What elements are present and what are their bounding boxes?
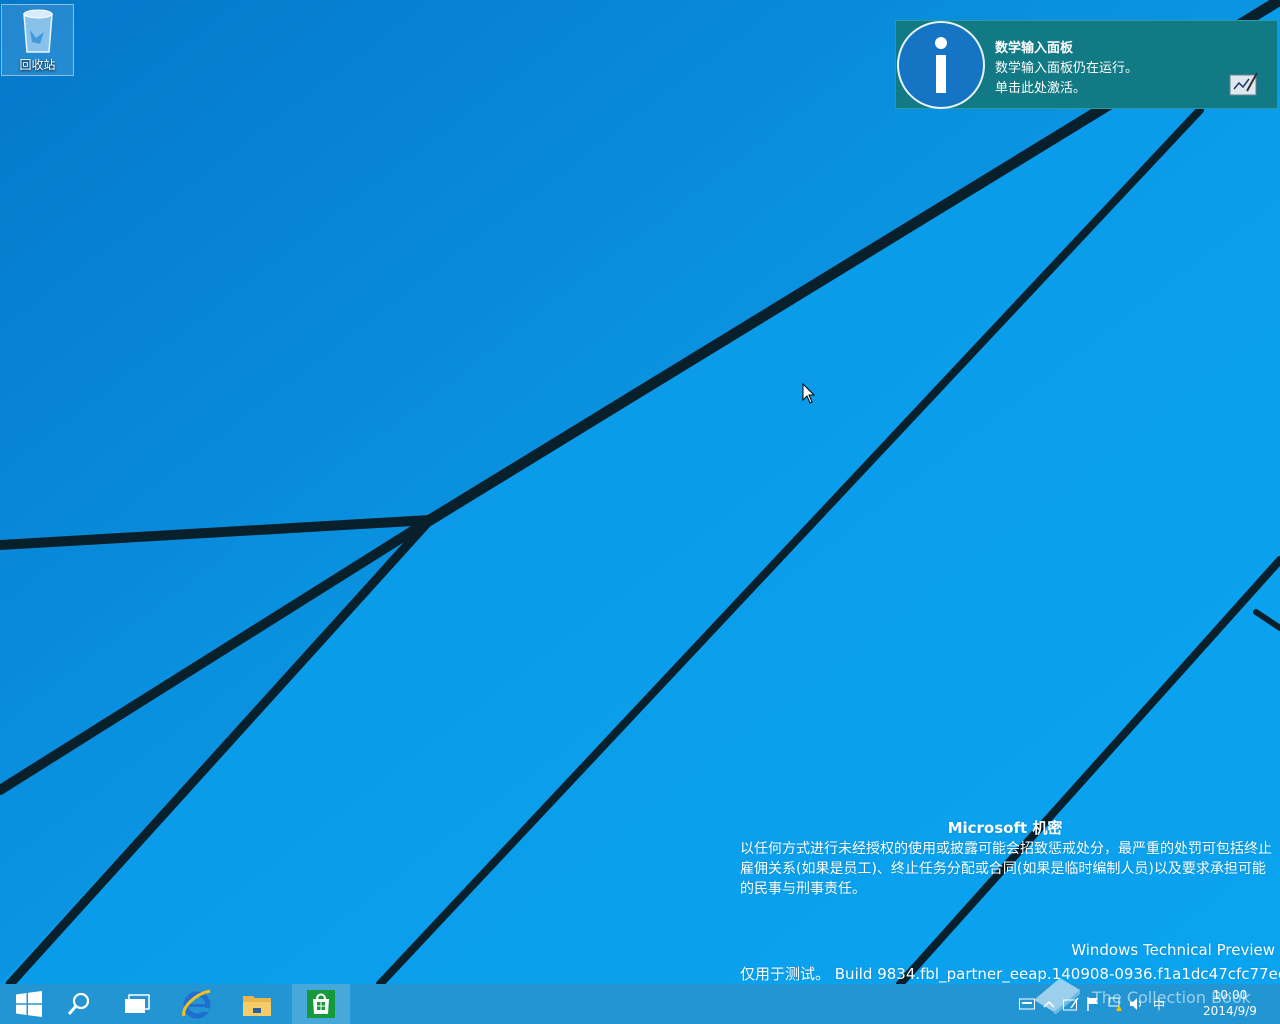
task-view-icon: [125, 994, 150, 1013]
task-view-button[interactable]: [108, 984, 166, 1024]
toast-message: 数学输入面板仍在运行。: [995, 61, 1139, 76]
confidential-text: 以任何方式进行未经授权的使用或披露可能会招致惩戒处分，最严重的处罚可包括终止雇佣…: [740, 841, 1272, 897]
product-name: Windows Technical Preview: [1071, 941, 1275, 959]
windows-logo-icon: [16, 991, 42, 1017]
taskbar: 中 10:00 2014/9/9: [0, 984, 1280, 1024]
file-explorer-button[interactable]: [228, 984, 286, 1024]
file-explorer-icon: [243, 996, 271, 1016]
toast-action-text: 单击此处激活。: [995, 81, 1087, 96]
search-button[interactable]: [50, 984, 108, 1024]
notification-toast[interactable]: 数学输入面板 数学输入面板仍在运行。 单击此处激活。: [895, 20, 1278, 109]
desktop[interactable]: 回收站 数学输入面板 数学输入面板仍在运行。 单击此处激活。 Microsoft…: [0, 0, 1280, 984]
build-string: 仅用于测试。 Build 9834.fbl_partner_eeap.14090…: [740, 965, 1280, 983]
book-icon: [1034, 978, 1080, 1014]
internet-explorer-icon: [182, 989, 211, 1019]
toast-title: 数学输入面板: [995, 41, 1074, 56]
search-icon: [67, 992, 90, 1015]
recycle-bin-label: 回收站: [19, 58, 56, 72]
info-icon: [897, 21, 985, 109]
confidential-title: Microsoft 机密: [947, 819, 1063, 837]
internet-explorer-button[interactable]: [168, 984, 226, 1024]
recycle-bin-icon: [22, 9, 53, 53]
store-icon: [307, 990, 335, 1018]
mouse-cursor-icon: [802, 383, 816, 404]
collection-text: The Collection Book: [1092, 988, 1251, 1007]
store-button[interactable]: [292, 984, 350, 1024]
math-input-panel-icon: [1229, 72, 1258, 96]
recycle-bin[interactable]: 回收站: [1, 4, 74, 76]
